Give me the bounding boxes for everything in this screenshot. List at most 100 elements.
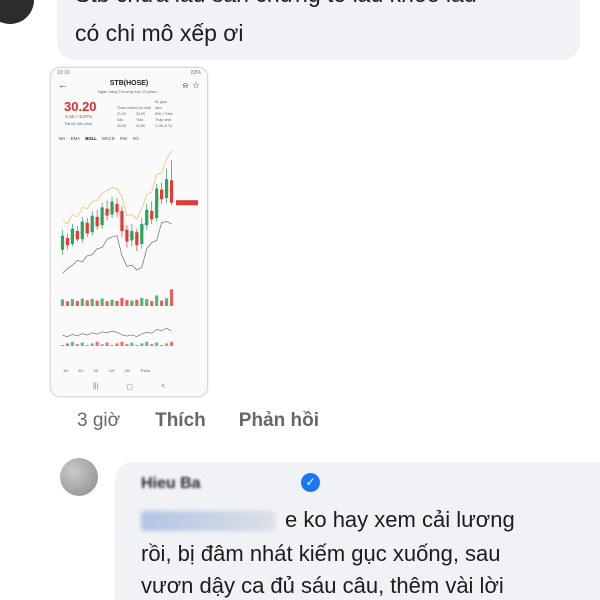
volume-bar: [160, 300, 164, 306]
timeframe-tab[interactable]: 1H: [63, 368, 68, 373]
stock-info-cell: 2,161.6 Tỷ: [155, 124, 172, 128]
indicator-bar: [150, 344, 154, 346]
candle-body: [65, 238, 70, 246]
volume-bar: [105, 301, 109, 306]
indicator-bar: [100, 344, 104, 346]
indicator-bar: [65, 343, 70, 346]
price-change: -1.50 / -5.87%: [64, 114, 93, 119]
timeframe-tab[interactable]: 4H: [78, 368, 83, 373]
reply-text-line: rồi, bị đâm nhát kiếm gục xuống, sau: [141, 541, 501, 566]
candle-body: [60, 235, 65, 250]
indicator-bar: [135, 345, 139, 346]
reply-text-line: e ko hay xem cải lương: [141, 507, 515, 533]
comment-timestamp[interactable]: 3 giờ: [77, 410, 120, 432]
indicator-bar: [164, 343, 169, 346]
candle-body: [169, 180, 174, 203]
indicator-bar: [120, 341, 124, 346]
candle-body: [120, 210, 124, 231]
volume-bar: [85, 300, 89, 306]
mention-tag[interactable]: [141, 511, 275, 532]
indicator-bar: [80, 342, 84, 346]
nav-button[interactable]: |||: [93, 383, 98, 391]
avatar[interactable]: [0, 0, 34, 24]
timeframe-tab[interactable]: Thêm: [140, 368, 150, 373]
avatar[interactable]: [60, 458, 98, 496]
volume-bar: [100, 298, 104, 306]
attached-screenshot[interactable]: 10:19 83% ← STB(HOSE) Ngân hàng Thương m…: [50, 67, 208, 397]
volume-bar: [95, 300, 99, 306]
volume-bar: [135, 299, 139, 306]
comment-text-line: Stb chưa lâu sẵn chứng tố lâu khỏe lâu: [75, 0, 477, 8]
candle-body: [90, 215, 94, 233]
indicator-bar: [155, 342, 159, 346]
indicator-bar: [60, 345, 65, 346]
candle-body: [145, 209, 149, 226]
like-button[interactable]: Thích: [155, 410, 206, 432]
comment-bubble: Stb chưa lâu sẵn chứng tố lâu khỏe lâu c…: [57, 0, 580, 60]
indicator-tab[interactable]: VO: [133, 136, 139, 141]
candle-body: [164, 179, 169, 198]
nav-button[interactable]: ▢: [126, 383, 133, 391]
volume-bar: [130, 300, 134, 306]
reply-author-name[interactable]: Hieu Ba: [141, 475, 201, 493]
verified-badge-icon: ✓: [301, 473, 320, 492]
volume-bar: [120, 297, 124, 306]
candle-body: [110, 201, 114, 215]
timeframe-tab[interactable]: 1W: [108, 368, 114, 373]
indicator-bar: [160, 345, 164, 346]
indicator-bar: [110, 345, 114, 346]
indicator-bar: [140, 343, 144, 346]
stock-info-cell: 33.80: [136, 124, 145, 128]
timeframe-tab[interactable]: 1M: [124, 368, 130, 373]
volume-bar: [150, 300, 154, 306]
phone-status-bar: 10:19 83%: [51, 68, 207, 78]
timeframe-tabs: 1H 4H 1D 1W 1M Thêm: [51, 368, 207, 373]
indicator-bar: [125, 344, 129, 346]
volume-bar: [145, 299, 149, 306]
reply-button[interactable]: Phản hồi: [239, 410, 319, 432]
candle-body: [70, 228, 74, 244]
status-time: 10:19: [57, 70, 70, 76]
candle-body: [75, 230, 79, 240]
volume-bar: [110, 299, 114, 306]
indicator-bar: [145, 341, 149, 346]
indicator-bar: [115, 343, 119, 346]
comment-thread: Stb chưa lâu sẵn chứng tố lâu khỏe lâu c…: [0, 0, 600, 600]
indicator-bar: [85, 345, 89, 346]
candle-body: [150, 210, 154, 220]
stock-price: 30.20: [64, 99, 97, 114]
indicator-bar: [105, 342, 109, 346]
indicator-tab[interactable]: MA: [59, 136, 65, 141]
volume-bar: [65, 301, 70, 306]
indicator-tab[interactable]: MACD: [102, 136, 114, 141]
candle-body: [85, 222, 89, 234]
indicator-bar: [90, 343, 94, 346]
indicator-line: [62, 327, 172, 337]
indicator-bar: [75, 344, 79, 346]
volume-bar: [90, 298, 94, 306]
volume-bar: [80, 298, 84, 306]
candle-body: [105, 208, 109, 216]
candle-body: [100, 207, 104, 226]
reply-text: e ko hay xem cải lương: [285, 507, 515, 532]
candle-body: [160, 189, 164, 200]
indicator-tabs: MA EMA BOLL MACD RSI VO: [59, 136, 201, 141]
volume-bar: [60, 299, 65, 306]
candle-body: [140, 223, 144, 244]
timeframe-tab[interactable]: 1D: [93, 368, 98, 373]
indicator-tab[interactable]: EMA: [71, 136, 80, 141]
watch-label: Tắt sở hữu khối: [64, 121, 93, 126]
comment-actions: 3 giờ Thích Phản hồi: [77, 407, 319, 435]
candle-body: [130, 230, 134, 241]
volume-bar: [164, 298, 169, 306]
volume-bar: [169, 289, 174, 306]
indicator-bar: [130, 342, 134, 346]
comment-text-line: có chi mô xếp ơi: [75, 20, 244, 46]
status-battery: 83%: [190, 70, 201, 76]
last-price-marker: [176, 200, 198, 206]
indicator-tab[interactable]: BOLL: [85, 136, 96, 141]
nav-button[interactable]: <: [161, 383, 165, 391]
candle-body: [95, 216, 99, 227]
volume-bar: [70, 299, 74, 306]
indicator-tab[interactable]: RSI: [120, 136, 127, 141]
